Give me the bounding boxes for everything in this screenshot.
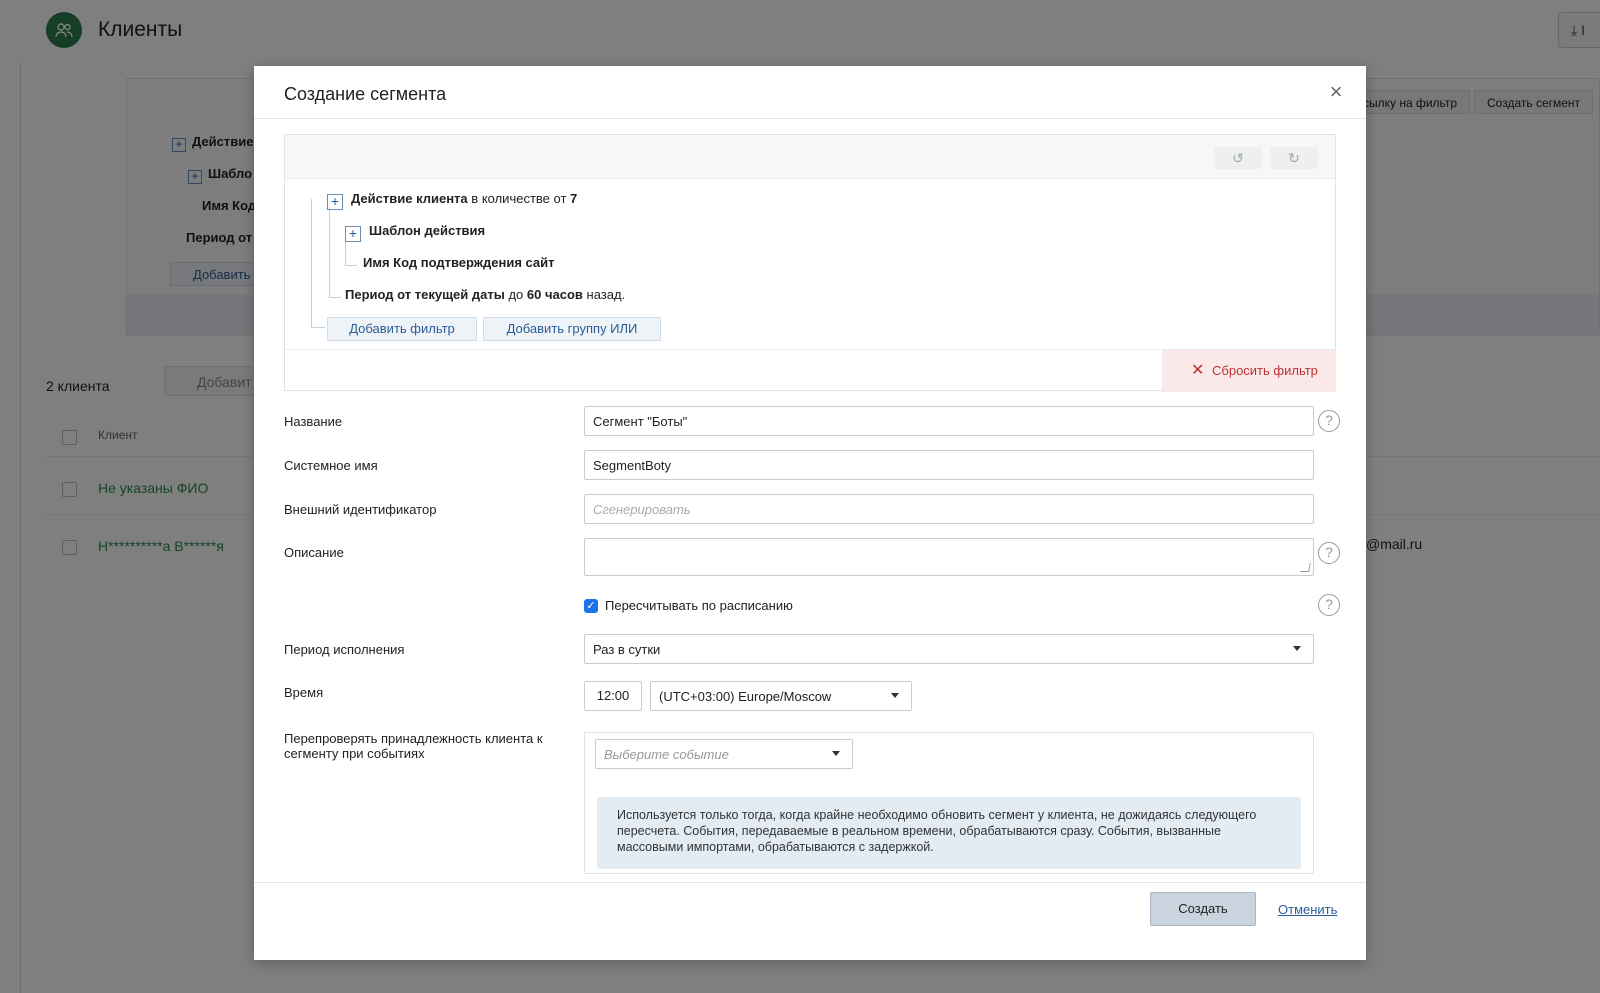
help-icon[interactable]: ? (1318, 542, 1340, 564)
footer-divider (254, 882, 1366, 883)
tree-name-label: Имя Код подтверждения сайт (363, 255, 555, 270)
description-label: Описание (284, 545, 344, 560)
create-button[interactable]: Создать (1150, 892, 1256, 926)
recheck-label-line1: Перепроверять принадлежность клиента к (284, 731, 543, 746)
close-icon: ✕ (1191, 362, 1205, 379)
help-icon[interactable]: ? (1318, 410, 1340, 432)
period-value: Раз в сутки (593, 642, 661, 657)
plus-icon[interactable]: + (327, 194, 343, 210)
system-name-label: Системное имя (284, 458, 378, 473)
modal-divider (254, 118, 1366, 119)
recheck-label-line2: сегменту при событиях (284, 746, 425, 761)
cancel-link[interactable]: Отменить (1278, 902, 1337, 917)
period-select[interactable]: Раз в сутки (584, 634, 1314, 664)
timezone-select[interactable]: (UTC+03:00) Europe/Moscow (650, 681, 912, 711)
system-name-input[interactable]: SegmentBoty (584, 450, 1314, 480)
tree-period[interactable]: Период от текущей даты до 60 часов назад… (345, 287, 625, 302)
tree-period-end: назад. (586, 287, 626, 302)
name-label: Название (284, 414, 343, 429)
tree-action-name[interactable]: Действие клиента (351, 191, 468, 206)
tree-name[interactable]: Имя Код подтверждения сайт (363, 255, 555, 270)
chevron-down-icon (832, 751, 840, 756)
events-box: Выберите событие Используется только тог… (584, 732, 1314, 874)
reset-filter-label: Сбросить фильтр (1212, 363, 1318, 378)
tree-period-bold: Период от текущей даты (345, 287, 505, 302)
filter-toolbar: ↺ ↻ (285, 135, 1335, 179)
event-placeholder: Выберите событие (604, 747, 729, 762)
recheck-label: Перепроверять принадлежность клиента к с… (284, 731, 543, 761)
plus-icon[interactable]: + (345, 226, 361, 242)
tree-template: + Шаблон действия (345, 223, 485, 242)
recalc-checkbox[interactable]: ✓ (584, 599, 598, 613)
modal-title: Создание сегмента (284, 84, 447, 104)
external-id-label: Внешний идентификатор (284, 502, 437, 517)
undo-icon[interactable]: ↺ (1214, 147, 1262, 169)
close-icon[interactable]: × (1324, 80, 1348, 104)
tree-action: + Действие клиента в количестве от 7 (327, 191, 577, 210)
resize-handle-icon[interactable] (1300, 563, 1311, 572)
chevron-down-icon (891, 693, 899, 698)
help-icon[interactable]: ? (1318, 594, 1340, 616)
filter-tree: + Действие клиента в количестве от 7 + Шаб… (285, 179, 1335, 349)
filter-footer: ✕ Сбросить фильтр (285, 349, 1336, 392)
add-or-group-button[interactable]: Добавить группу ИЛИ (483, 317, 661, 341)
reset-filter-button[interactable]: ✕ Сбросить фильтр (1162, 350, 1336, 392)
tree-action-count[interactable]: 7 (570, 191, 577, 206)
create-segment-modal: Создание сегмента × ↺ ↻ + Действие клиент… (254, 66, 1366, 960)
tree-template-label[interactable]: Шаблон действия (369, 223, 485, 238)
name-input[interactable]: Сегмент "Боты" (584, 406, 1314, 436)
event-select[interactable]: Выберите событие (595, 739, 853, 769)
add-filter-button[interactable]: Добавить фильтр (327, 317, 477, 341)
period-label: Период исполнения (284, 642, 405, 657)
filter-builder: ↺ ↻ + Действие клиента в количестве от 7 … (284, 134, 1336, 392)
chevron-down-icon (1293, 646, 1301, 651)
recalc-label[interactable]: Пересчитывать по расписанию (605, 598, 793, 613)
tree-period-mid: до (508, 287, 524, 302)
tree-period-value: 60 часов (526, 287, 583, 302)
redo-icon[interactable]: ↻ (1270, 147, 1318, 169)
time-label: Время (284, 685, 324, 700)
description-textarea[interactable] (584, 538, 1314, 576)
info-note: Используется только тогда, когда крайне … (597, 797, 1301, 869)
timezone-value: (UTC+03:00) Europe/Moscow (659, 689, 832, 704)
external-id-input[interactable]: Сгенерировать (584, 494, 1314, 524)
tree-action-rest: в количестве от (471, 191, 567, 206)
time-input[interactable]: 12:00 (584, 681, 642, 711)
